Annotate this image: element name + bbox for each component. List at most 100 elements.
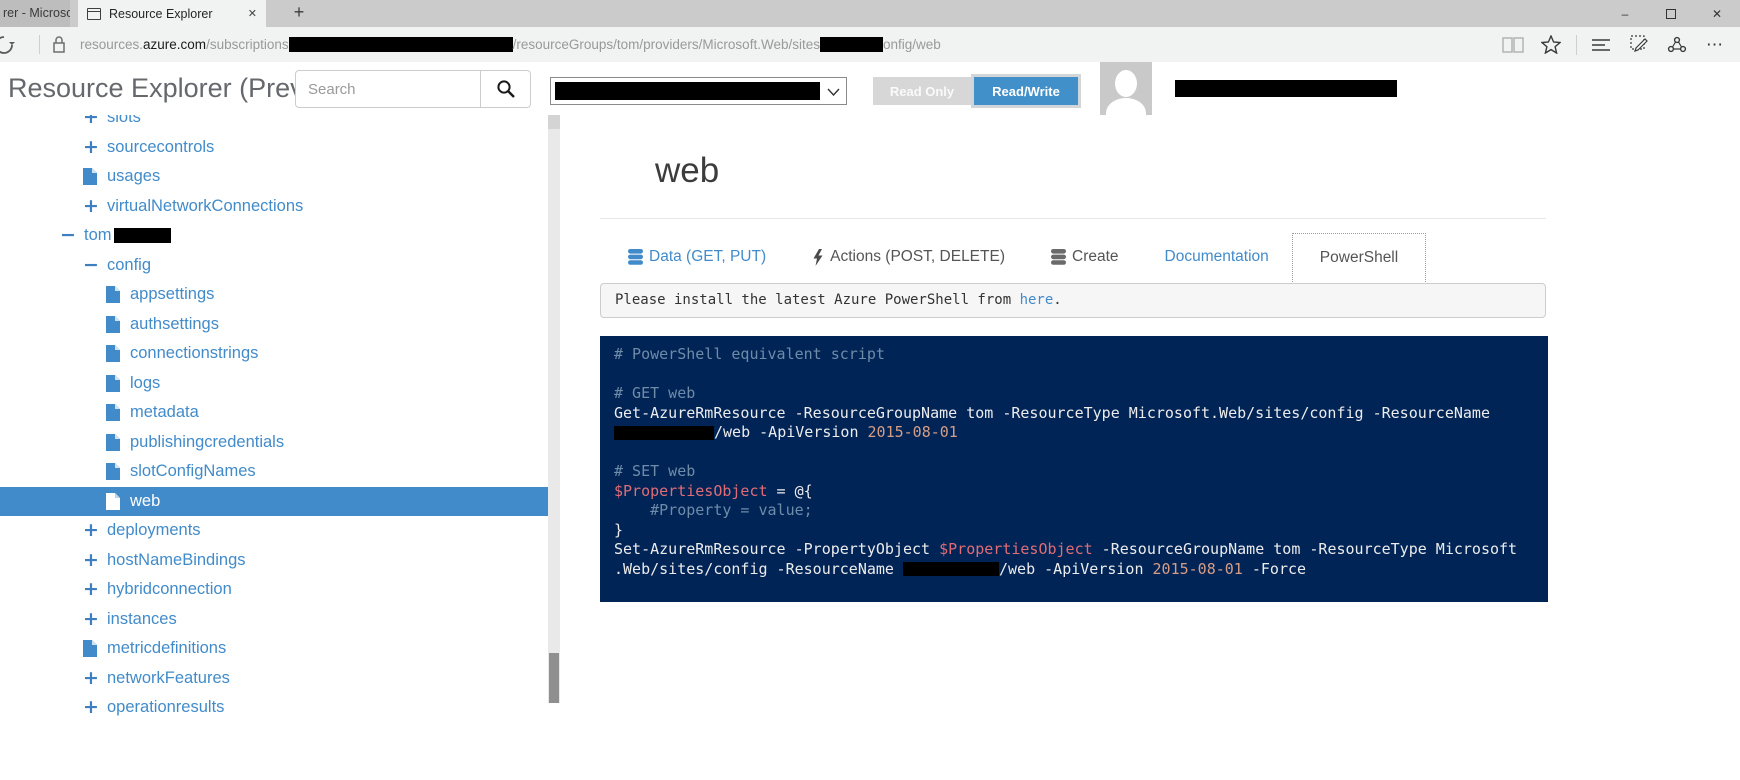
tree-item-label: metricdefinitions (107, 639, 227, 658)
tree-item-appsettings[interactable]: appsettings (0, 280, 548, 310)
search-input[interactable] (295, 70, 481, 108)
tree-item-config[interactable]: − config (0, 251, 548, 281)
tree-item-label: publishingcredentials (130, 432, 285, 451)
plus-icon[interactable]: + (83, 196, 107, 216)
sidebar-scrollbar[interactable] (548, 115, 560, 703)
read-write-button[interactable]: Read/Write (974, 77, 1078, 105)
tree-item-connectionstrings[interactable]: connectionstrings (0, 339, 548, 369)
share-icon[interactable] (1658, 30, 1696, 60)
address-bar: resources. azure.com/subscriptions/resour… (0, 27, 1740, 62)
window-maximize-button[interactable] (1648, 0, 1694, 27)
minus-icon[interactable]: − (60, 226, 84, 245)
tree-item-deployments[interactable]: + deployments (0, 516, 548, 546)
active-tab[interactable]: Resource Explorer ✕ (78, 0, 266, 27)
search-icon (496, 80, 515, 98)
window-close-button[interactable]: ✕ (1694, 0, 1740, 27)
tab-label: Data (GET, PUT) (649, 248, 767, 265)
background-tab[interactable]: rer - Microso (0, 0, 70, 27)
redacted-site-name (819, 37, 883, 52)
tree-item-slots[interactable]: + slots (0, 115, 548, 133)
tab-label: Documentation (1164, 248, 1269, 265)
tree-item-label: usages (107, 167, 161, 186)
hub-icon[interactable] (1582, 30, 1620, 60)
plus-icon[interactable]: + (83, 115, 107, 127)
tree-item-sourcecontrols[interactable]: + sourcecontrols (0, 133, 548, 163)
plus-icon[interactable]: + (83, 609, 107, 629)
web-note-icon[interactable] (1620, 30, 1658, 60)
tree-item-hybridconnection[interactable]: + hybridconnection (0, 575, 548, 605)
tree-item-label: appsettings (130, 285, 215, 304)
tree-item-metricdefinitions[interactable]: metricdefinitions (0, 634, 548, 664)
minus-icon[interactable]: − (83, 255, 107, 275)
tree-item-tom[interactable]: − tom (0, 221, 548, 251)
plus-icon[interactable]: + (83, 668, 107, 688)
avatar[interactable] (1100, 62, 1152, 118)
tree-item-label: connectionstrings (130, 344, 259, 363)
tab-label: Create (1072, 248, 1119, 265)
redacted-text (113, 228, 171, 244)
tree-item-web[interactable]: web (0, 486, 548, 516)
plus-icon[interactable]: + (83, 698, 107, 717)
plus-icon[interactable]: + (83, 521, 107, 540)
redacted-user-name (1175, 80, 1397, 97)
tree-item-slotConfigNames[interactable]: slotConfigNames (0, 457, 548, 487)
scrollbar-thumb[interactable] (549, 653, 559, 703)
page-title: web (655, 151, 720, 190)
tab-powershell[interactable]: PowerShell (1291, 232, 1427, 282)
favorites-star-icon[interactable] (1532, 30, 1570, 60)
code-line: Get-AzureRmResource -ResourceGroupName t… (614, 403, 1490, 422)
tree-item-label: slotConfigNames (130, 462, 256, 481)
window-minimize-button[interactable]: – (1602, 0, 1648, 27)
new-tab-button[interactable]: + (284, 0, 314, 27)
file-icon (83, 168, 107, 186)
tree-item-instances[interactable]: + instances (0, 605, 548, 635)
database-icon (1051, 249, 1066, 265)
redacted-subscription-id (288, 37, 513, 52)
tree-item-networkFeatures[interactable]: + networkFeatures (0, 664, 548, 694)
reading-view-icon[interactable] (1494, 30, 1532, 60)
tab-data-get-put[interactable]: Data (GET, PUT) (613, 236, 781, 278)
tree-item-virtualNetworkConnections[interactable]: + virtualNetworkConnections (0, 192, 548, 222)
tree-item-label: tom (84, 226, 112, 245)
code-line: .Web/sites/config -ResourceName /web -Ap… (614, 559, 1307, 578)
tree-item-hostNameBindings[interactable]: + hostNameBindings (0, 546, 548, 576)
plus-icon[interactable]: + (83, 580, 107, 599)
file-icon (106, 345, 130, 363)
database-icon (628, 249, 643, 265)
tree-item-logs[interactable]: logs (0, 369, 548, 399)
plus-icon[interactable]: + (83, 137, 107, 157)
tree-item-label: hostNameBindings (107, 550, 246, 569)
code-line: # GET web (614, 384, 696, 402)
more-icon[interactable]: ⋯ (1696, 30, 1734, 60)
tree-item-metadata[interactable]: metadata (0, 398, 548, 428)
here-link[interactable]: here (1020, 292, 1054, 308)
tree-item-operationresults[interactable]: + operationresults (0, 693, 548, 723)
tab-title: Resource Explorer (109, 6, 213, 21)
search-button[interactable] (481, 70, 531, 108)
tree-item-label: metadata (130, 403, 199, 422)
tab-actions-post-delete[interactable]: Actions (POST, DELETE) (797, 236, 1020, 278)
plus-icon[interactable]: + (83, 550, 107, 570)
detail-tabs: Data (GET, PUT) Actions (POST, DELETE) Cre… (613, 232, 1442, 282)
tab-create[interactable]: Create (1036, 236, 1134, 278)
subscription-dropdown[interactable] (550, 77, 847, 105)
powershell-notice: Please install the latest Azure PowerShe… (600, 283, 1546, 318)
tab-close-icon[interactable]: ✕ (248, 7, 257, 20)
redacted-text (614, 425, 714, 440)
toolbar-divider (1570, 30, 1582, 60)
tree-item-authsettings[interactable]: authsettings (0, 310, 548, 340)
tree-item-publishingcredentials[interactable]: publishingcredentials (0, 428, 548, 458)
powershell-script-block[interactable]: # PowerShell equivalent script # GET web… (600, 336, 1548, 602)
read-only-button[interactable]: Read Only (873, 77, 971, 105)
tree-item-usages[interactable]: usages (0, 162, 548, 192)
file-icon (106, 315, 130, 333)
refresh-icon[interactable] (0, 34, 17, 55)
resource-tree: + slots + sourcecontrols usages + virtualNetwo… (0, 115, 560, 723)
file-icon (106, 374, 130, 392)
tab-documentation[interactable]: Documentation (1150, 236, 1284, 278)
code-line: Set-AzureRmResource -PropertyObject $Pro… (614, 540, 1518, 558)
url-text[interactable]: resources. azure.com/subscriptions/resour… (80, 27, 941, 62)
resource-detail-panel: web Data (GET, PUT) Actions (POST, DELETE… (560, 115, 1740, 780)
scrollbar-up-arrow[interactable] (548, 115, 560, 129)
